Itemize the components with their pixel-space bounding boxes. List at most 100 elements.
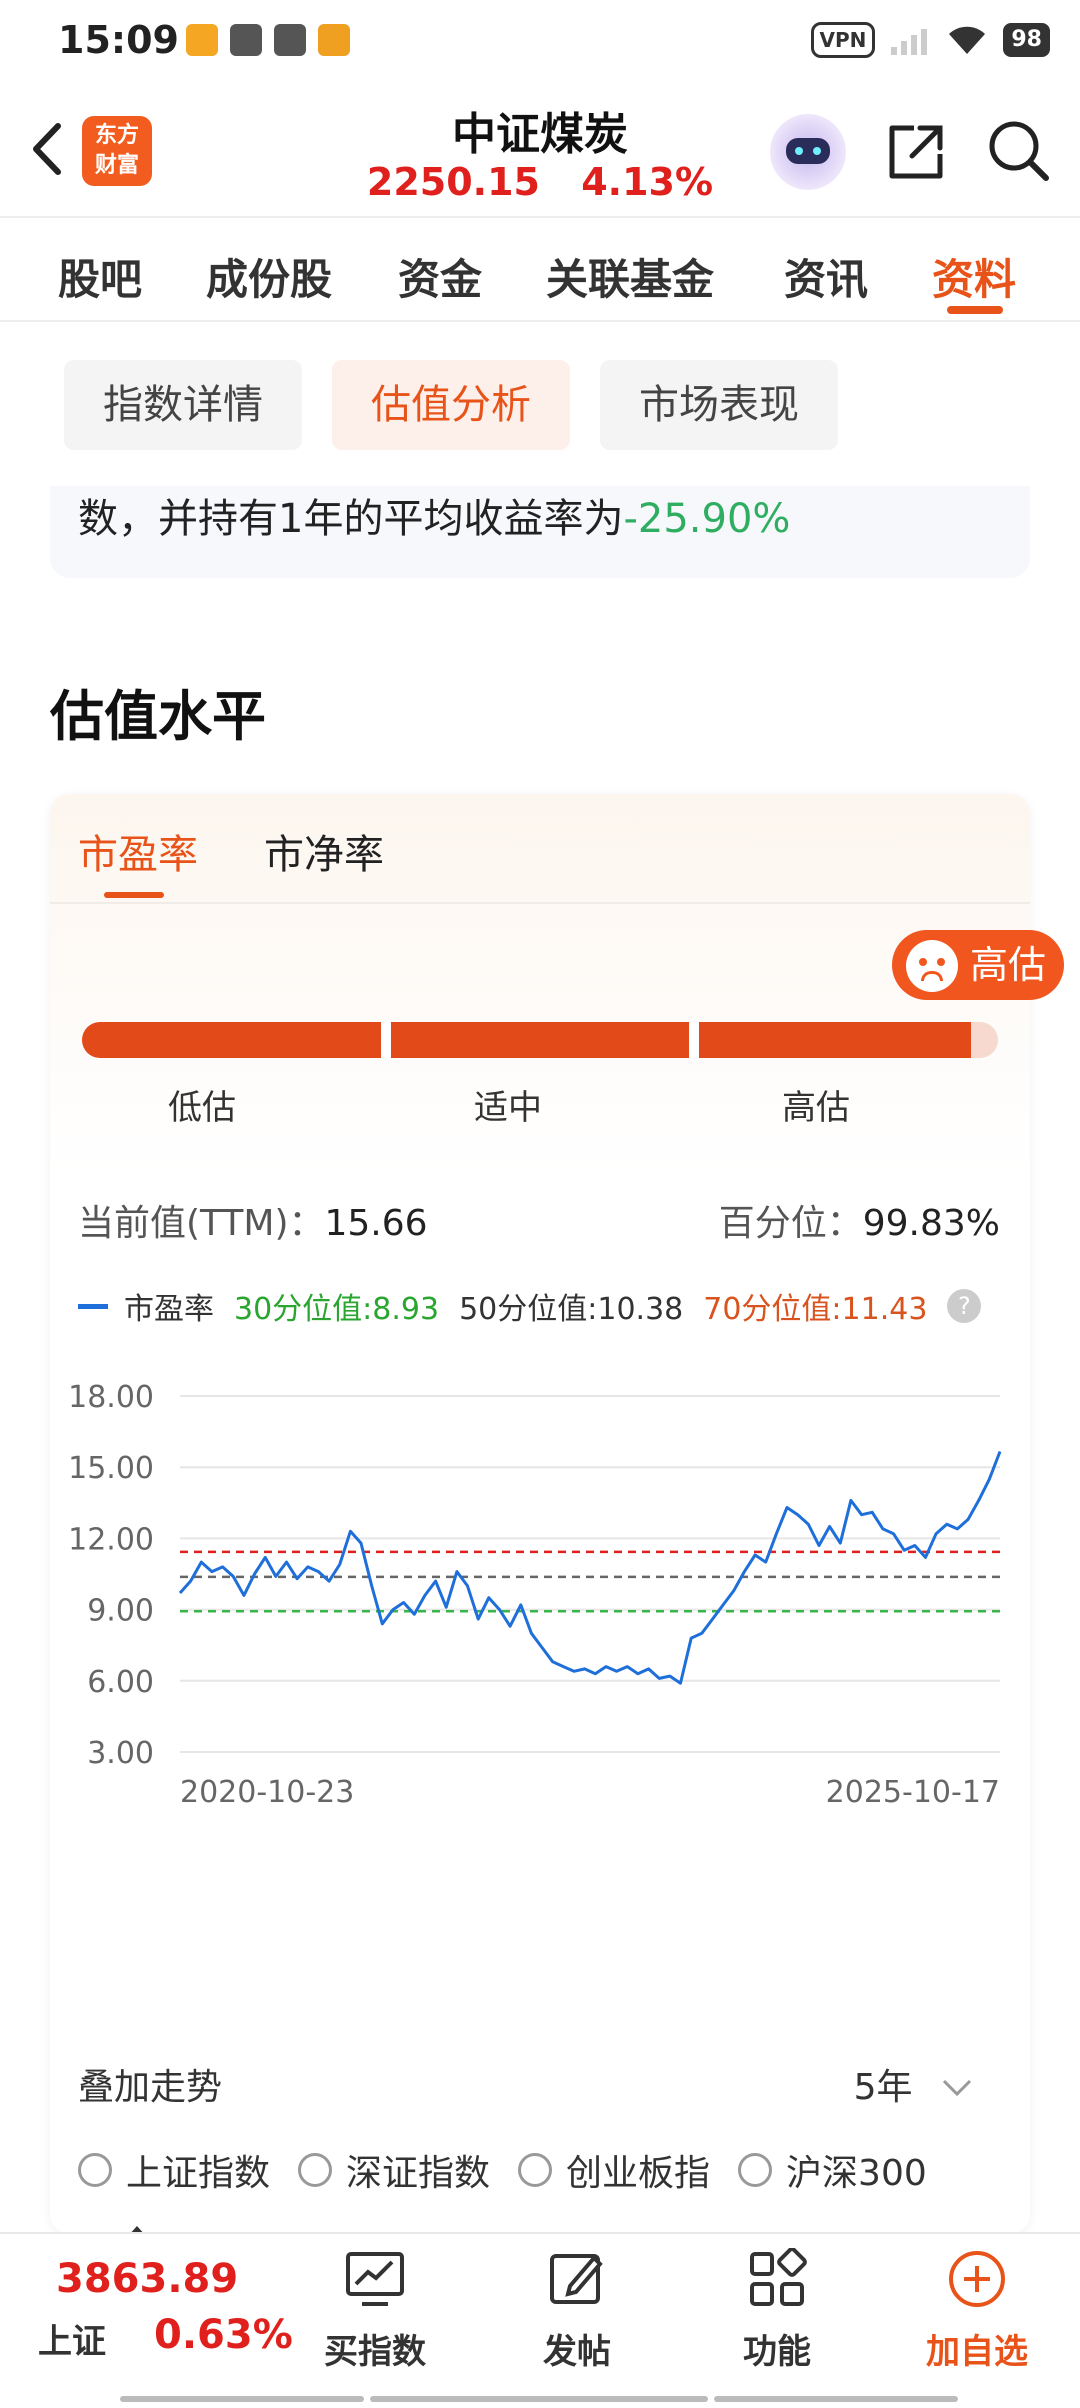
post-label: 发帖 xyxy=(543,2332,611,2372)
sh-index-name[interactable]: 上证 xyxy=(38,2314,106,2363)
signal-icon xyxy=(891,29,928,55)
index-change-pct: 4.13% xyxy=(581,160,714,204)
buy-index-label: 买指数 xyxy=(324,2332,426,2372)
pe-tab-indicator xyxy=(104,892,164,898)
search-icon[interactable] xyxy=(986,118,1052,184)
legend-p70: 70分位值:11.43 xyxy=(703,1292,928,1327)
y-tick-label: 18.00 xyxy=(68,1380,154,1415)
gauge-label-mid: 适中 xyxy=(474,1088,542,1128)
tab-funds-flow[interactable]: 资金 xyxy=(398,246,482,307)
chevron-down-icon xyxy=(942,2079,972,2097)
legend-p30: 30分位值:8.93 xyxy=(234,1292,440,1327)
legend-line-icon xyxy=(78,1303,108,1309)
chart-legend: 市盈率 30分位值:8.93 50分位值:10.38 70分位值:11.43 ? xyxy=(78,1284,982,1328)
valuation-card: 市盈率 市净率 低估 适中 高估 当前值(TTM)：15.66 百分位：99.8… xyxy=(50,794,1030,2234)
badge-label: 高估 xyxy=(970,943,1047,987)
y-tick-label: 15.00 xyxy=(68,1451,154,1486)
radio-icon xyxy=(518,2153,553,2187)
subtab-valuation[interactable]: 估值分析 xyxy=(332,360,570,450)
share-icon[interactable] xyxy=(884,120,948,184)
y-tick-label: 12.00 xyxy=(68,1522,154,1557)
tab-related-funds[interactable]: 关联基金 xyxy=(546,246,714,307)
summary-return-value: -25.90% xyxy=(623,496,791,542)
current-pe-label: 当前值(TTM)： xyxy=(78,1203,325,1244)
overlay-option-hs300[interactable]: 沪深300 xyxy=(738,2144,927,2196)
overlay-option-sh[interactable]: 上证指数 xyxy=(78,2144,270,2196)
legend-p50: 50分位值:10.38 xyxy=(459,1292,684,1327)
functions-button[interactable]: 功能 xyxy=(702,2247,852,2373)
overlay-label: 叠加走势 xyxy=(78,2067,223,2108)
weibo-icon xyxy=(318,24,350,56)
system-icons: VPN 98 xyxy=(810,22,1050,58)
home-indicator xyxy=(714,2396,958,2402)
gauge-label-high: 高估 xyxy=(782,1088,850,1128)
current-pe: 当前值(TTM)：15.66 xyxy=(78,1194,428,1246)
x-tick-label: 2020-10-23 xyxy=(180,1775,354,1810)
overlay-option-label: 沪深300 xyxy=(786,2153,927,2194)
wifi-icon xyxy=(949,26,986,54)
functions-label: 功能 xyxy=(743,2332,811,2372)
notification-icons xyxy=(186,24,350,56)
overlay-option-sz[interactable]: 深证指数 xyxy=(298,2144,490,2196)
pe-chart: 18.00 15.00 12.00 9.00 6.00 3.00 2020-10-23 202… xyxy=(68,1380,1002,1810)
app-notification-icon xyxy=(186,24,218,56)
tab-guba[interactable]: 股吧 xyxy=(58,246,142,307)
active-tab-indicator xyxy=(947,306,1003,314)
main-tabs: 股吧 成份股 资金 关联基金 资讯 资料 xyxy=(0,220,1080,322)
bottom-bar: 3863.89 上证 0.63% 买指数 发帖 功能 加自选 xyxy=(0,2232,1080,2408)
range-value: 5年 xyxy=(853,2067,913,2108)
radio-icon xyxy=(298,2153,333,2187)
help-icon[interactable]: ? xyxy=(947,1289,982,1323)
valuation-status-badge: 高估 xyxy=(892,930,1064,1000)
battery-icon: 98 xyxy=(1003,23,1050,57)
home-indicator xyxy=(370,2396,708,2402)
pe-series-line xyxy=(178,1450,1002,1685)
subtab-market-performance[interactable]: 市场表现 xyxy=(600,360,838,450)
index-price: 2250.15 xyxy=(366,160,540,204)
y-tick-label: 6.00 xyxy=(87,1665,154,1700)
edit-icon xyxy=(550,2254,603,2304)
tab-constituents[interactable]: 成份股 xyxy=(206,246,332,307)
percentile-value: 99.83% xyxy=(862,1203,1000,1244)
range-dropdown[interactable]: 5年 xyxy=(854,2058,974,2110)
y-tick-label: 3.00 xyxy=(87,1736,154,1771)
tab-news[interactable]: 资讯 xyxy=(784,246,868,307)
gauge-fill xyxy=(82,1022,971,1058)
status-bar: 15:09 VPN 98 xyxy=(0,0,1080,84)
home-indicator xyxy=(120,2396,364,2402)
message-icon xyxy=(274,24,306,56)
tab-pe-ratio[interactable]: 市盈率 xyxy=(78,822,198,880)
summary-sentence: 数，并持有1年的平均收益率为 xyxy=(78,496,624,542)
add-circle-icon xyxy=(949,2251,1005,2307)
sub-tabs: 指数详情 估值分析 市场表现 xyxy=(64,360,838,450)
subtab-index-details[interactable]: 指数详情 xyxy=(64,360,302,450)
overlay-option-label: 深证指数 xyxy=(346,2153,491,2194)
tab-profile[interactable]: 资料 xyxy=(932,246,1016,307)
radio-icon xyxy=(78,2153,112,2187)
overlay-options: 上证指数 深证指数 创业板指 沪深300 xyxy=(78,2144,927,2196)
sh-index-value[interactable]: 3863.89 xyxy=(56,2256,238,2302)
chart-trend-icon xyxy=(346,2252,404,2306)
overlay-option-label: 创业板指 xyxy=(566,2153,711,2194)
vpn-icon: VPN xyxy=(810,22,876,58)
summary-text: 数，并持有1年的平均收益率为-25.90% xyxy=(78,486,790,544)
tab-pb-ratio[interactable]: 市净率 xyxy=(264,822,384,880)
overlay-option-cyb[interactable]: 创业板指 xyxy=(518,2144,710,2196)
add-watchlist-button[interactable]: 加自选 xyxy=(902,2248,1052,2373)
assistant-robot-icon[interactable] xyxy=(770,114,846,190)
percentile-label: 百分位： xyxy=(718,1203,863,1244)
buy-index-button[interactable]: 买指数 xyxy=(300,2248,450,2373)
sh-index-pct[interactable]: 0.63% xyxy=(154,2312,293,2358)
sad-face-icon xyxy=(906,940,958,992)
x-tick-label: 2025-10-17 xyxy=(826,1775,1000,1810)
header: 东方 财富 中证煤炭 2250.15 4.13% xyxy=(0,84,1080,218)
status-time: 15:09 xyxy=(58,18,179,62)
radio-icon xyxy=(738,2153,773,2187)
section-title: 估值水平 xyxy=(50,685,266,748)
legend-series: 市盈率 xyxy=(124,1292,214,1327)
summary-card: 数，并持有1年的平均收益率为-25.90% xyxy=(50,486,1030,578)
percentile: 百分位：99.83% xyxy=(719,1194,1000,1246)
y-tick-label: 9.00 xyxy=(87,1594,154,1629)
post-button[interactable]: 发帖 xyxy=(502,2248,652,2373)
add-watchlist-label: 加自选 xyxy=(926,2332,1028,2372)
